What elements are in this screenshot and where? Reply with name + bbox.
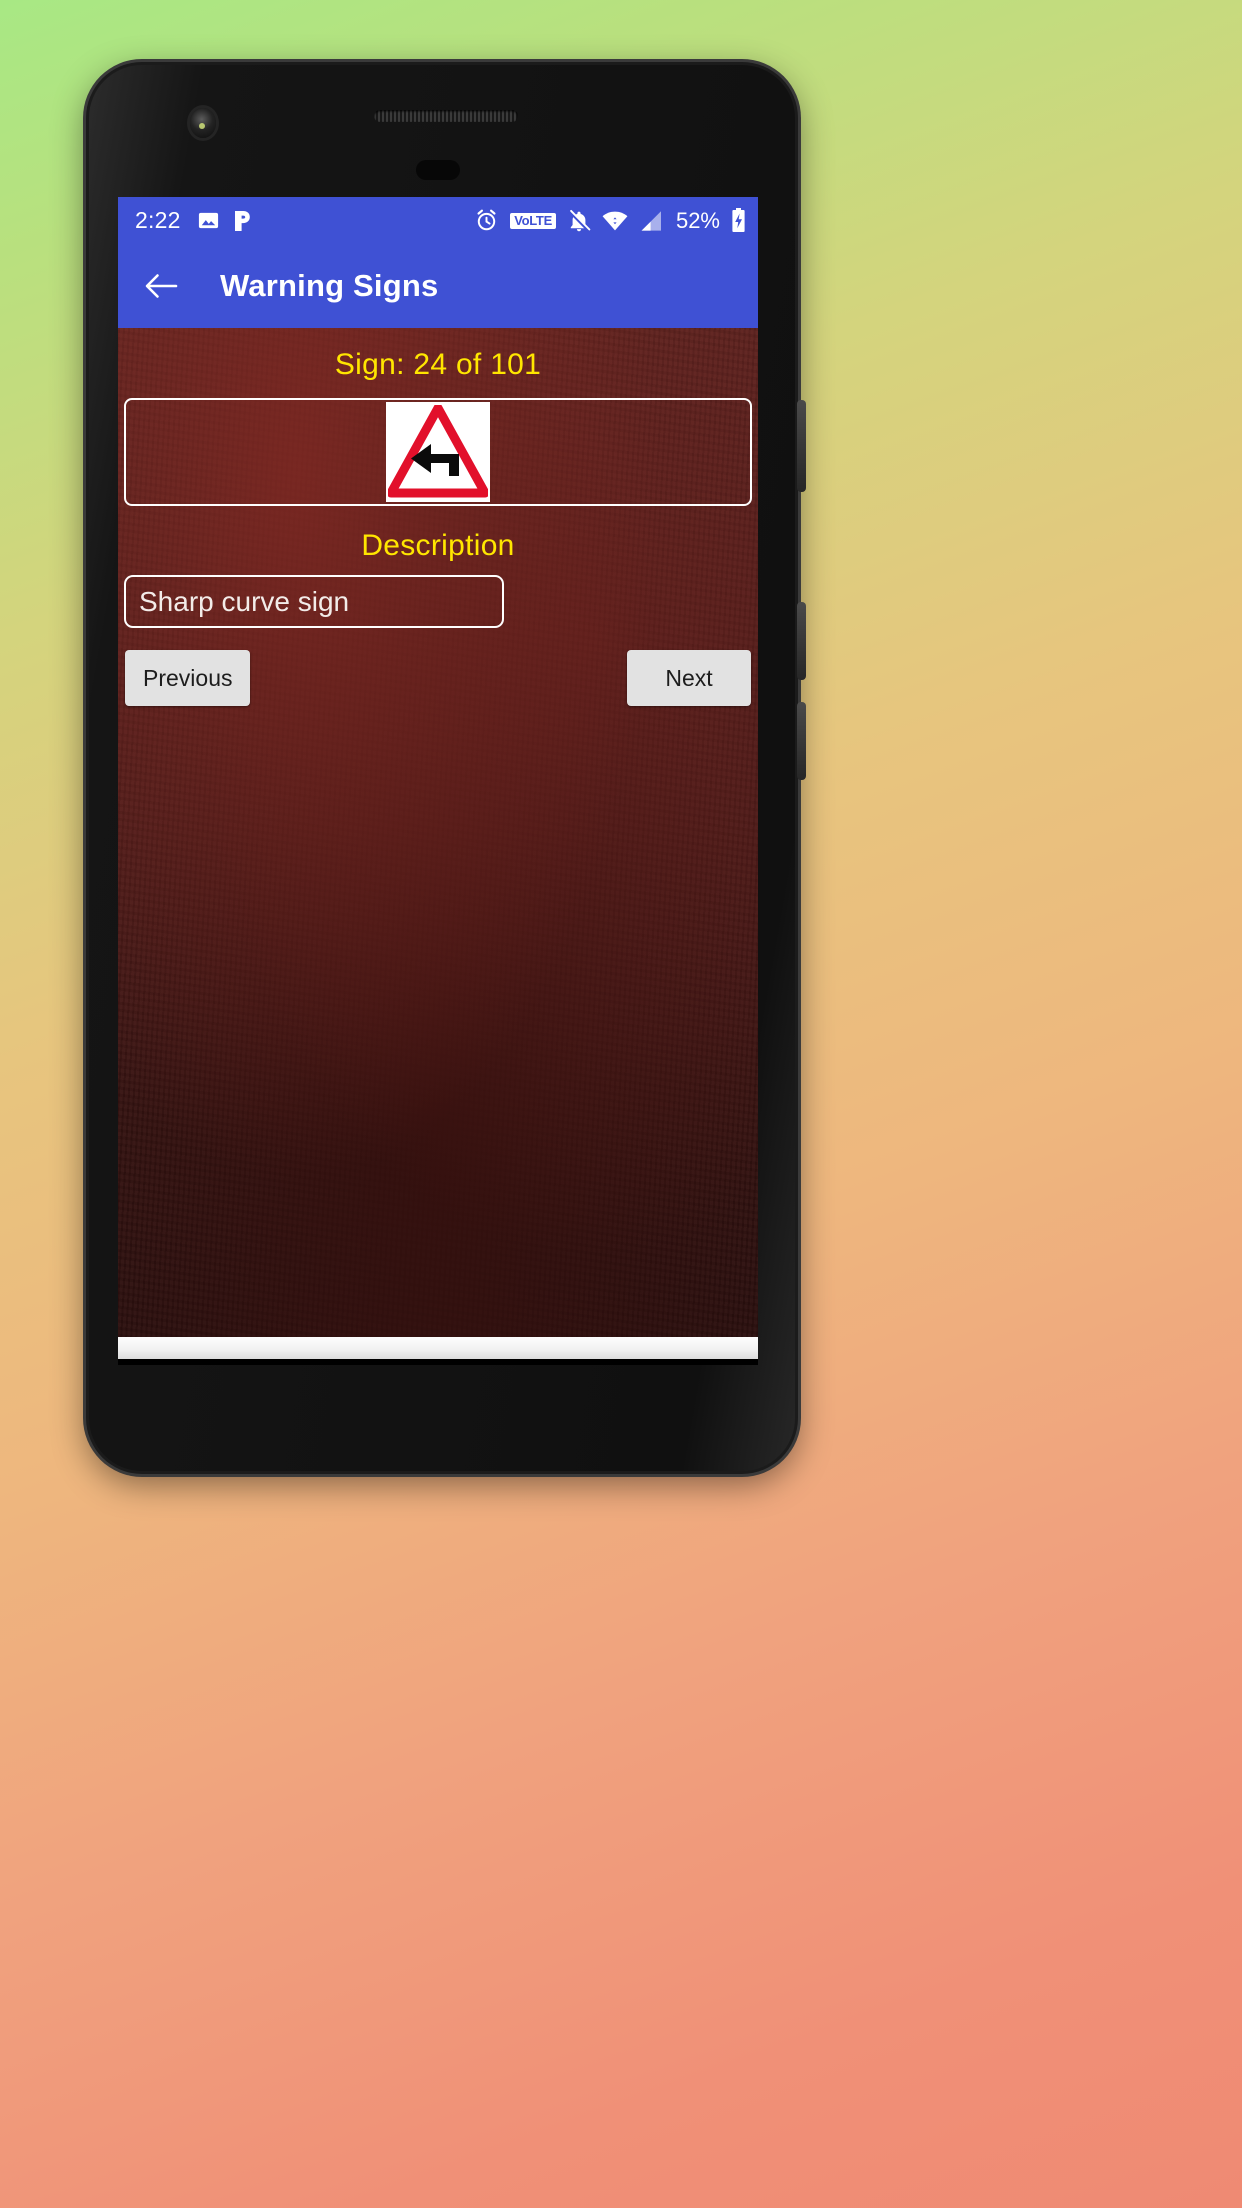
phone-screen: 2:22 VoLTE 52% Warning Signs Sign: 24 of… [118,197,758,1365]
previous-button[interactable]: Previous [125,650,251,706]
sign-counter-label: Sign: 24 of 101 [334,348,542,381]
phone-device-frame: 2:22 VoLTE 52% Warning Signs Sign: 24 of… [86,62,806,1474]
status-bar: 2:22 VoLTE 52% [118,197,758,244]
sharp-left-curve-warning-sign-icon [386,402,490,502]
status-bar-system-icons: VoLTE 52% [474,208,746,234]
status-bar-notification-icons [197,209,253,233]
cell-signal-icon [639,210,663,232]
app-bar: Warning Signs [118,244,758,328]
screen-bottom-edge [118,1359,758,1365]
description-label: Description [361,529,515,562]
desktop-wallpaper: 2:22 VoLTE 52% Warning Signs Sign: 24 of… [0,0,1242,2208]
wifi-icon [602,210,628,232]
back-arrow-icon[interactable] [142,270,180,302]
description-input[interactable] [124,575,504,628]
battery-charging-icon [731,208,746,233]
alarm-clock-icon [474,208,499,233]
volume-down-button[interactable] [797,702,806,780]
power-button[interactable] [797,400,806,492]
page-title: Warning Signs [220,268,439,303]
navigation-buttons: Previous Next [123,650,753,706]
content-area: Sign: 24 of 101 Description Previo [118,328,758,1365]
volte-icon: VoLTE [510,212,556,229]
proximity-sensor-icon [416,160,460,180]
system-navigation-bar[interactable] [118,1337,758,1359]
status-bar-clock: 2:22 [135,207,181,233]
photo-icon [197,209,220,232]
pandora-p-icon [233,209,253,233]
next-button[interactable]: Next [627,650,751,706]
notifications-muted-icon [567,209,591,233]
sign-image-card [124,398,752,506]
battery-percent-label: 52% [675,207,720,233]
volume-up-button[interactable] [797,602,806,680]
earpiece-speaker-icon [374,110,518,122]
front-camera-icon [190,108,216,138]
